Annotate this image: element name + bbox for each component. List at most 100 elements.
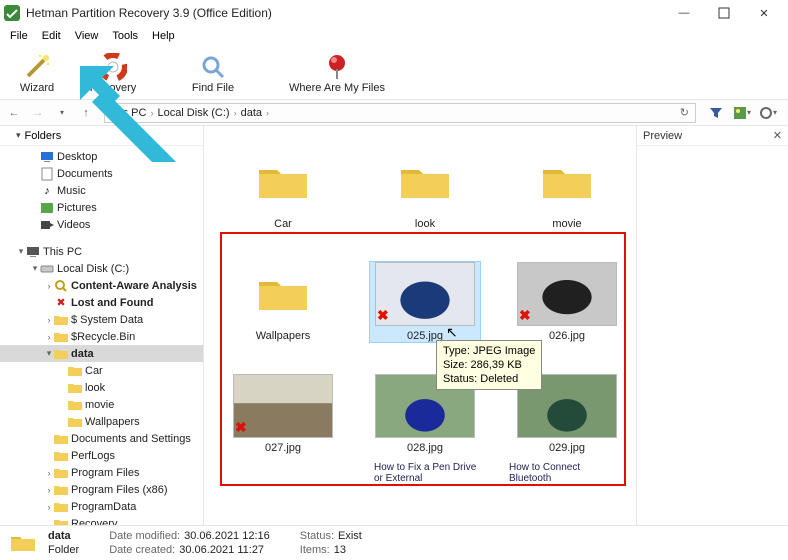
preview-panel: Preview ✕ [636,126,788,525]
item-label: 027.jpg [265,442,301,454]
folder-tree-panel: ▾ Folders Desktop Documents ♪Music Pictu… [0,126,204,525]
nav-forward-button[interactable]: → [28,103,48,123]
tree-sysdata[interactable]: ›$ System Data [0,311,203,328]
item-label: 028.jpg [407,442,443,454]
status-name-col: data Folder [48,530,79,556]
refresh-icon[interactable]: ↻ [680,106,689,119]
item-label: look [415,218,435,230]
status-modified-value: 30.06.2021 12:16 [184,530,270,542]
crumb-root[interactable]: ...is PC [111,107,146,119]
options-button[interactable]: ▾ [758,103,778,123]
wizard-button[interactable]: Wizard [6,48,68,98]
deleted-x-icon: ✖ [377,307,389,324]
file-item-026[interactable]: ✖ 026.jpg [512,262,622,342]
deleted-x-icon: ✖ [519,307,531,324]
tree-docsettings[interactable]: Documents and Settings [0,430,203,447]
menu-tools[interactable]: Tools [106,28,144,44]
recovery-button[interactable]: Recovery [82,48,144,98]
tree-perflogs[interactable]: PerfLogs [0,447,203,464]
app-icon [4,5,20,21]
tree-recovery[interactable]: Recovery [0,515,203,525]
folder-icon [375,150,475,214]
folder-icon [233,150,333,214]
navigation-bar: ← → ▾ ↑ ...is PC › Local Disk (C:) › data ›… [0,100,788,126]
filter-button[interactable] [706,103,726,123]
desktop-icon [40,150,54,164]
tree-programfiles[interactable]: ›Program Files [0,464,203,481]
tree-recycle[interactable]: ›$Recycle.Bin [0,328,203,345]
chevron-right-icon: › [266,108,269,118]
tree-programfiles86[interactable]: ›Program Files (x86) [0,481,203,498]
chevron-right-icon[interactable]: › [44,502,54,512]
findfile-button[interactable]: Find File [182,48,244,98]
tooltip-line: Status: Deleted [443,372,535,386]
preview-header: Preview ✕ [637,126,788,146]
tree-data[interactable]: ▾data [0,345,203,362]
doc-item-bluetooth[interactable]: How to Connect Bluetooth [509,462,612,484]
item-label: 026.jpg [549,330,585,342]
item-label: Car [274,218,292,230]
wherearemyfiles-button[interactable]: Where Are My Files [282,48,392,98]
nav-back-button[interactable]: ← [4,103,24,123]
chevron-down-icon[interactable]: ▾ [44,348,54,359]
folders-header[interactable]: ▾ Folders [0,126,203,146]
tree-thispc[interactable]: ▾This PC [0,243,203,260]
doc-item-fixpen[interactable]: How to Fix a Pen Drive or External [374,462,477,484]
tree-pictures[interactable]: Pictures [0,199,203,216]
image-thumbnail: ✖ [233,374,333,438]
tree-videos[interactable]: Videos [0,216,203,233]
chevron-right-icon[interactable]: › [44,332,54,342]
chevron-right-icon: › [234,108,237,118]
chevron-right-icon[interactable]: › [44,281,54,291]
folder-item-car[interactable]: Car [228,150,338,230]
tree-body: Desktop Documents ♪Music Pictures Videos… [0,146,203,525]
menu-view[interactable]: View [69,28,105,44]
address-bar[interactable]: ...is PC › Local Disk (C:) › data › ↻ [104,103,696,123]
tree-localdisk[interactable]: ▾Local Disk (C:) [0,260,203,277]
menu-file[interactable]: File [4,28,34,44]
status-bar: data Folder Date modified:30.06.2021 12:… [0,525,788,560]
tree-wallpapers[interactable]: Wallpapers [0,413,203,430]
preview-close-button[interactable]: ✕ [773,129,782,142]
wherearemyfiles-label: Where Are My Files [289,82,385,94]
chevron-right-icon[interactable]: › [44,485,54,495]
chevron-right-icon: › [150,108,153,118]
minimize-button[interactable]: — [664,0,704,26]
thumbnail-view-button[interactable]: ▾ [732,103,752,123]
tree-look[interactable]: look [0,379,203,396]
content-area: Car look movie Wallpapers ✖ 025.jpg ✖ [204,126,636,525]
tree-content-aware[interactable]: ›Content-Aware Analysis [0,277,203,294]
chevron-right-icon[interactable]: › [44,468,54,478]
menu-help[interactable]: Help [146,28,181,44]
item-label: movie [552,218,581,230]
item-label: Wallpapers [256,330,311,342]
chevron-down-icon[interactable]: ▾ [30,263,40,274]
chevron-right-icon[interactable]: › [44,315,54,325]
status-items-label: Items: [300,544,330,556]
tree-programdata[interactable]: ›ProgramData [0,498,203,515]
tree-car[interactable]: Car [0,362,203,379]
folder-icon [54,517,68,526]
nav-history-button[interactable]: ▾ [52,103,72,123]
preview-title: Preview [643,130,682,142]
folder-item-wallpapers[interactable]: Wallpapers [228,262,338,342]
tree-desktop[interactable]: Desktop [0,148,203,165]
tree-lostfound[interactable]: ✖Lost and Found [0,294,203,311]
tree-music[interactable]: ♪Music [0,182,203,199]
tooltip-line: Size: 286,39 KB [443,358,535,372]
status-status-label: Status: [300,530,334,542]
folder-item-look[interactable]: look [370,150,480,230]
crumb-data[interactable]: data [241,107,262,119]
close-button[interactable]: ✕ [744,0,784,26]
chevron-down-icon[interactable]: ▾ [16,246,26,257]
folder-item-movie[interactable]: movie [512,150,622,230]
folder-icon [54,432,68,446]
nav-up-button[interactable]: ↑ [76,103,96,123]
tree-movie[interactable]: movie [0,396,203,413]
crumb-disk[interactable]: Local Disk (C:) [157,107,229,119]
file-item-025[interactable]: ✖ 025.jpg [370,262,480,342]
maximize-button[interactable] [704,0,744,26]
tree-documents[interactable]: Documents [0,165,203,182]
menu-edit[interactable]: Edit [36,28,67,44]
file-item-027[interactable]: ✖ 027.jpg [228,374,338,454]
